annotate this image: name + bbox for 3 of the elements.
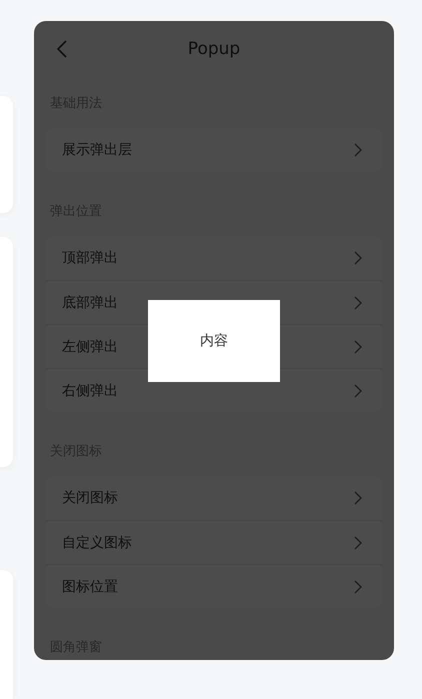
popup-text: 内容	[200, 332, 228, 350]
overlay[interactable]	[34, 21, 394, 660]
page-title: Popup	[188, 39, 240, 59]
